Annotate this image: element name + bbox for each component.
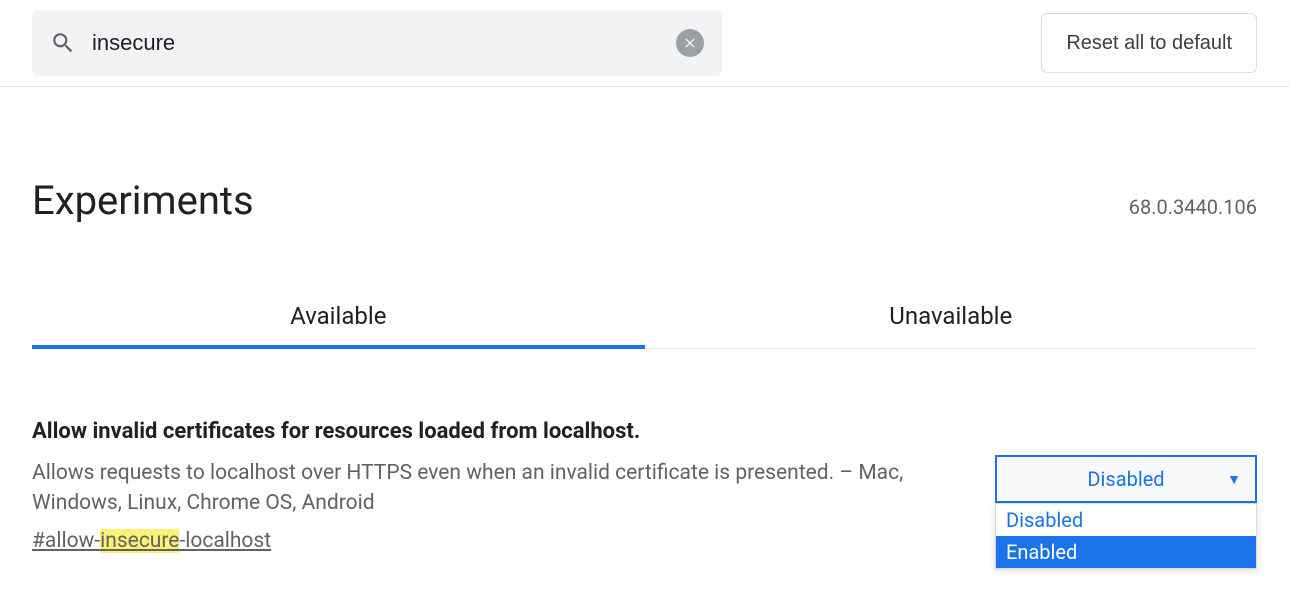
tab-available[interactable]: Available xyxy=(32,284,645,348)
flag-option-disabled[interactable]: Disabled xyxy=(996,504,1256,536)
flag-select[interactable]: Disabled ▼ xyxy=(995,455,1257,503)
top-bar: Reset all to default xyxy=(0,0,1289,87)
flag-title: Allow invalid certificates for resources… xyxy=(32,419,971,444)
clear-search-button[interactable] xyxy=(676,29,704,57)
tabs: Available Unavailable xyxy=(32,284,1257,349)
flag-select-dropdown: Disabled Enabled xyxy=(995,503,1257,569)
search-icon xyxy=(50,30,76,56)
reset-all-button[interactable]: Reset all to default xyxy=(1041,13,1257,73)
page-title: Experiments xyxy=(32,177,254,224)
tab-unavailable[interactable]: Unavailable xyxy=(645,284,1258,348)
version-label: 68.0.3440.106 xyxy=(1129,195,1257,219)
flag-select-value: Disabled xyxy=(1087,467,1164,491)
flag-description: Allows requests to localhost over HTTPS … xyxy=(32,458,971,519)
flag-option-enabled[interactable]: Enabled xyxy=(996,536,1256,568)
flag-id-prefix: #allow- xyxy=(32,529,100,553)
flag-id-highlight: insecure xyxy=(100,529,179,553)
close-icon xyxy=(682,35,698,51)
chevron-down-icon: ▼ xyxy=(1227,471,1241,488)
flag-row: Allow invalid certificates for resources… xyxy=(32,419,1257,553)
search-input[interactable] xyxy=(92,30,676,56)
flag-id-suffix: -localhost xyxy=(179,529,271,553)
search-box[interactable] xyxy=(32,10,722,76)
flag-id[interactable]: #allow-insecure-localhost xyxy=(32,529,271,553)
